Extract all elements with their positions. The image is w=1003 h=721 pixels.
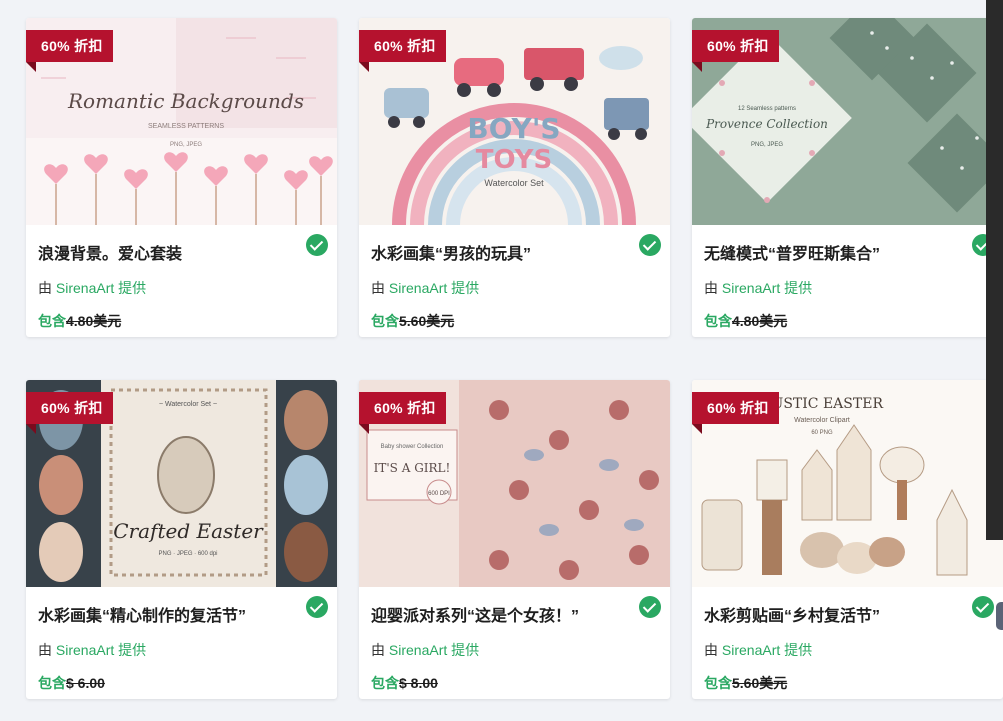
check-icon [639,596,661,618]
price: 包含5.60美元 [371,311,454,331]
svg-text:Watercolor Set: Watercolor Set [484,178,544,188]
product-card[interactable]: Baby shower Collection IT'S A GIRL! 600 … [359,380,670,699]
svg-text:BOY'S: BOY'S [467,112,560,145]
discount-badge: 60% 折扣 [692,30,779,72]
svg-text:600 DPI: 600 DPI [428,491,450,497]
included-label: 包含 [704,675,732,691]
product-title[interactable]: 水彩画集“精心制作的复活节” [38,602,246,626]
price: 包含4.80美元 [38,311,121,331]
product-card[interactable]: Provence Collection 12 Seamless patterns… [692,18,1003,337]
check-icon [972,596,994,618]
by-label: 由 [371,642,385,658]
check-icon [639,234,661,256]
author-link[interactable]: SirenaArt 提供 [722,642,812,658]
svg-text:60 PNG: 60 PNG [811,430,833,436]
product-title[interactable]: 无缝模式“普罗旺斯集合” [704,240,880,264]
discount-badge: 60% 折扣 [26,392,113,434]
author-link[interactable]: SirenaArt 提供 [722,280,812,296]
svg-text:IT'S A GIRL!: IT'S A GIRL! [374,461,451,475]
author-link[interactable]: SirenaArt 提供 [56,642,146,658]
by-label: 由 [704,642,718,658]
svg-text:Watercolor Clipart: Watercolor Clipart [794,417,850,424]
scrollbar[interactable] [986,0,1003,540]
side-handle[interactable] [996,602,1003,630]
product-title[interactable]: 水彩剪贴画“乡村复活节” [704,602,880,626]
discount-badge: 60% 折扣 [692,392,779,434]
old-price: 5.60美元 [399,313,455,329]
product-grid: Romantic Backgrounds SEAMLESS PATTERNS P… [0,0,1003,721]
svg-text:~ Watercolor Set ~: ~ Watercolor Set ~ [159,401,217,408]
svg-text:Provence Collection: Provence Collection [705,117,828,131]
author-line: 由 SirenaArt 提供 [38,278,146,298]
author-link[interactable]: SirenaArt 提供 [389,280,479,296]
old-price: 4.80美元 [732,313,788,329]
svg-text:RUSTIC EASTER: RUSTIC EASTER [761,396,883,412]
product-card[interactable]: ~ Watercolor Set ~ Crafted Easter PNG · … [26,380,337,699]
discount-badge: 60% 折扣 [359,30,446,72]
thumb-text: Romantic Backgrounds [67,89,304,113]
discount-badge: 60% 折扣 [359,392,446,434]
author-link[interactable]: SirenaArt 提供 [56,280,146,296]
svg-text:PNG, JPEG: PNG, JPEG [751,142,783,148]
author-line: 由 SirenaArt 提供 [38,640,146,660]
price: 包含4.80美元 [704,311,787,331]
included-label: 包含 [38,313,66,329]
product-title[interactable]: 浪漫背景。爱心套装 [38,240,182,264]
svg-text:12 Seamless patterns: 12 Seamless patterns [738,106,796,112]
svg-text:Baby shower Collection: Baby shower Collection [381,444,444,450]
author-line: 由 SirenaArt 提供 [371,640,479,660]
price: 包含5.60美元 [704,673,787,693]
included-label: 包含 [38,675,66,691]
by-label: 由 [371,280,385,296]
by-label: 由 [704,280,718,296]
price: 包含$ 8.00 [371,673,438,693]
svg-text:TOYS: TOYS [476,145,552,175]
check-icon [306,234,328,256]
svg-text:PNG · JPEG · 600 dpi: PNG · JPEG · 600 dpi [158,551,217,557]
author-line: 由 SirenaArt 提供 [704,278,812,298]
author-line: 由 SirenaArt 提供 [371,278,479,298]
svg-text:PNG, JPEG: PNG, JPEG [170,142,202,148]
included-label: 包含 [371,675,399,691]
by-label: 由 [38,642,52,658]
svg-text:SEAMLESS PATTERNS: SEAMLESS PATTERNS [148,123,224,130]
old-price: 4.80美元 [66,313,122,329]
author-link[interactable]: SirenaArt 提供 [389,642,479,658]
product-card[interactable]: BOY'S TOYS Watercolor Set 60% 折扣 水彩画集“男孩… [359,18,670,337]
product-card[interactable]: Romantic Backgrounds SEAMLESS PATTERNS P… [26,18,337,337]
old-price: $ 6.00 [66,675,105,691]
old-price: 5.60美元 [732,675,788,691]
product-card[interactable]: RUSTIC EASTER Watercolor Clipart 60 PNG … [692,380,1003,699]
old-price: $ 8.00 [399,675,438,691]
check-icon [306,596,328,618]
svg-text:Crafted Easter: Crafted Easter [113,519,264,543]
product-title[interactable]: 迎婴派对系列“这是个女孩！” [371,602,579,626]
author-line: 由 SirenaArt 提供 [704,640,812,660]
discount-badge: 60% 折扣 [26,30,113,72]
product-title[interactable]: 水彩画集“男孩的玩具” [371,240,531,264]
price: 包含$ 6.00 [38,673,105,693]
by-label: 由 [38,280,52,296]
included-label: 包含 [371,313,399,329]
included-label: 包含 [704,313,732,329]
